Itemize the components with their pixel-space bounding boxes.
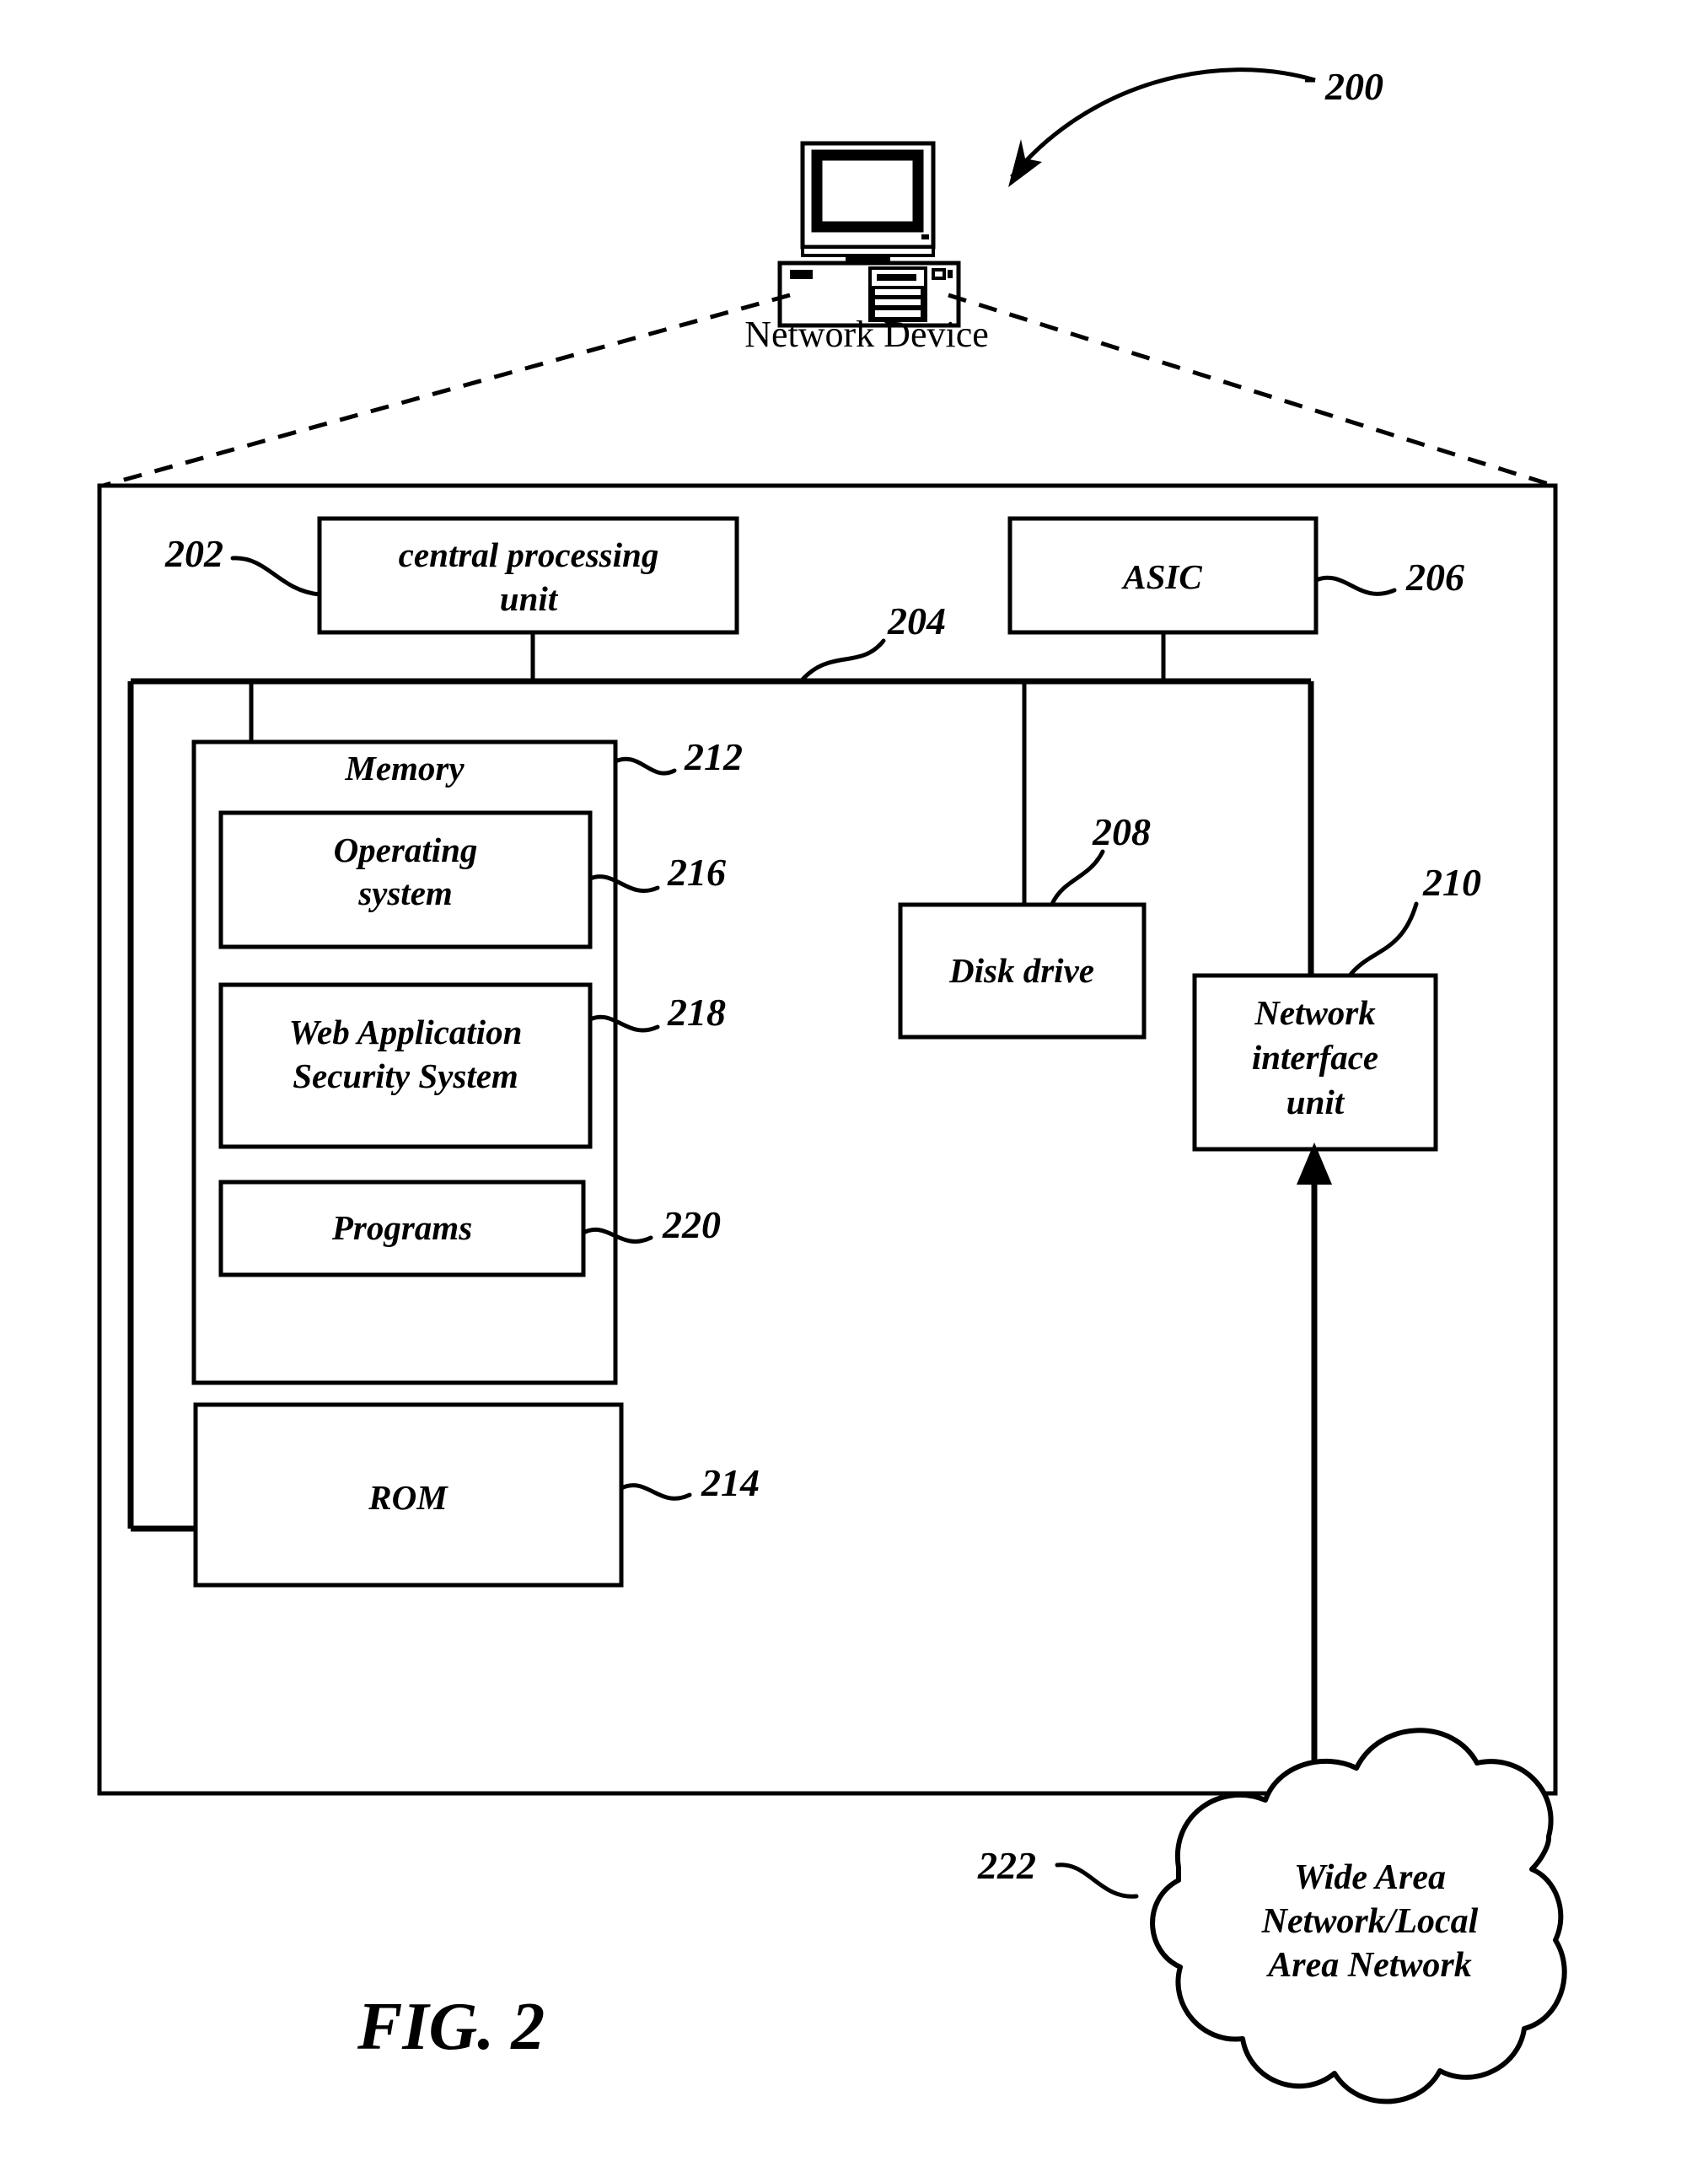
block-disk-drive: Disk drive <box>898 902 1147 1040</box>
ref-callout-212: 212 <box>613 735 743 778</box>
cloud-label-line2: Network/Local <box>1261 1902 1479 1941</box>
overall-ref-arrowhead <box>1008 139 1042 187</box>
desktop-computer-icon <box>777 141 961 328</box>
niu-label-line1: Network <box>1254 993 1376 1032</box>
block-asic: ASIC <box>1007 516 1319 635</box>
asic-label: ASIC <box>1120 557 1202 596</box>
cpu-label-line2: unit <box>500 579 559 618</box>
block-web-application-security-system: Web Application Security System <box>218 982 593 1149</box>
block-operating-system: Operating system <box>218 810 593 949</box>
wass-label-line2: Security System <box>293 1056 518 1095</box>
programs-label: Programs <box>331 1208 472 1247</box>
ref-callout-208: 208 <box>1050 810 1151 906</box>
ref-callout-204: 204 <box>798 599 946 684</box>
os-label-line1: Operating <box>334 830 478 869</box>
block-programs: Programs <box>218 1180 586 1277</box>
ref-callout-222: 222 <box>977 1844 1139 1899</box>
ref-label-200: 200 <box>1324 65 1383 108</box>
ref-callout-210: 210 <box>1347 861 1481 978</box>
ref-callout-214: 214 <box>619 1461 760 1504</box>
cloud-label-line3: Area Network <box>1265 1946 1472 1985</box>
wass-label-line1: Web Application <box>289 1013 523 1051</box>
ref-label-218: 218 <box>667 991 726 1034</box>
cpu-label-line1: central processing <box>399 535 659 574</box>
disk-drive-label: Disk drive <box>948 951 1094 990</box>
niu-label-line3: unit <box>1286 1083 1345 1121</box>
ref-label-206: 206 <box>1405 556 1464 599</box>
overall-ref-callout: 200 <box>1008 65 1383 187</box>
ref-label-220: 220 <box>662 1203 721 1246</box>
ref-label-214: 214 <box>701 1461 760 1504</box>
ref-label-210: 210 <box>1422 861 1481 904</box>
ref-label-204: 204 <box>887 599 946 642</box>
niu-label-line2: interface <box>1252 1038 1378 1077</box>
os-label-line2: system <box>357 873 453 912</box>
figure-canvas: 200 Network Device 204 central processin… <box>97 65 1567 2104</box>
figure-caption: FIG. 2 <box>357 1990 545 2064</box>
network-cloud-icon: Wide Area Network/Local Area Network <box>1150 1728 1567 2104</box>
network-device-label: Network Device <box>744 314 989 355</box>
block-central-processing-unit: central processing unit <box>317 516 739 635</box>
overall-ref-leader <box>1010 67 1316 179</box>
ref-label-212: 212 <box>684 735 743 778</box>
patent-figure: 200 Network Device 204 central processin… <box>0 0 1708 2177</box>
ref-label-208: 208 <box>1092 810 1151 853</box>
ref-callout-202: 202 <box>164 532 322 597</box>
rom-label: ROM <box>368 1478 448 1517</box>
ref-label-222: 222 <box>977 1844 1036 1887</box>
block-network-interface-unit: Network interface unit <box>1192 973 1438 1152</box>
explode-line-right <box>948 293 1555 488</box>
explode-line-left <box>102 293 791 488</box>
block-rom: ROM <box>193 1402 624 1588</box>
ref-label-216: 216 <box>667 851 726 894</box>
cloud-label-line1: Wide Area <box>1294 1858 1446 1897</box>
ref-callout-206: 206 <box>1313 556 1464 599</box>
ref-label-202: 202 <box>164 532 223 575</box>
memory-label: Memory <box>344 749 465 787</box>
